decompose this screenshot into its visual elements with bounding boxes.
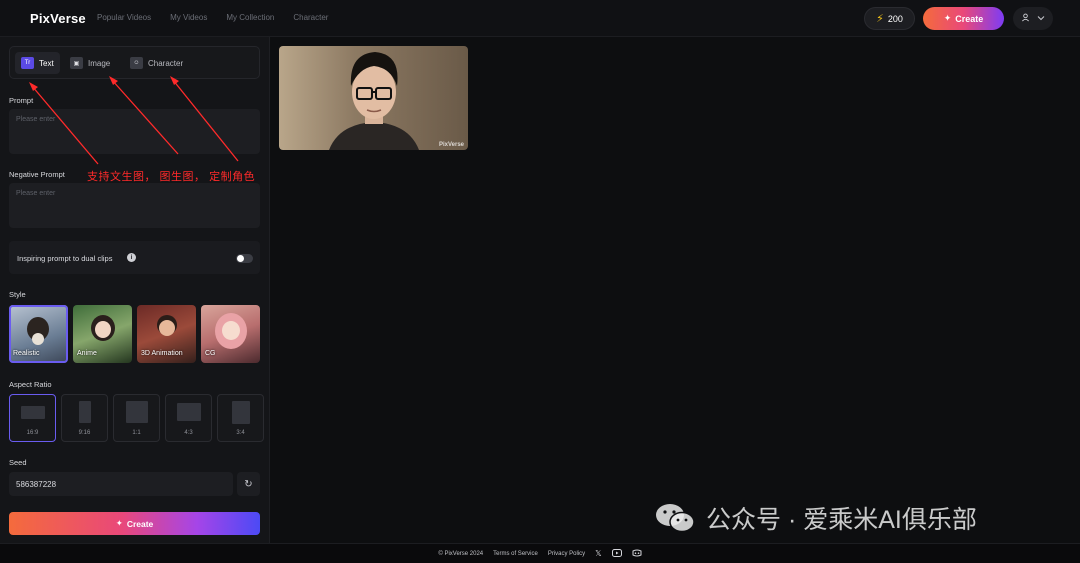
ratio-1-1[interactable]: 1:1 <box>113 394 160 442</box>
aspect-ratio-label: Aspect Ratio <box>9 380 52 389</box>
inspiring-prompt-label: Inspiring prompt to dual clips <box>17 254 113 263</box>
prompt-label: Prompt <box>9 96 34 105</box>
ratio-4-3-label: 4:3 <box>184 430 193 436</box>
tab-image[interactable]: ▣ Image <box>64 52 116 74</box>
anime-face <box>95 321 111 338</box>
logo[interactable]: PixVerse <box>30 11 86 26</box>
x-icon[interactable]: 𝕏 <box>595 549 601 558</box>
discord-icon[interactable] <box>632 549 642 559</box>
style-anime-label: Anime <box>77 350 97 357</box>
refresh-icon: ↻ <box>244 478 253 490</box>
ratio-3-4-label: 3:4 <box>236 430 245 436</box>
toggle-knob <box>237 255 244 262</box>
style-realistic-label: Realistic <box>13 350 40 357</box>
nav-character[interactable]: Character <box>293 13 328 22</box>
user-icon <box>1021 13 1030 24</box>
negative-prompt-label: Negative Prompt <box>9 170 65 179</box>
ratio-3-4[interactable]: 3:4 <box>217 394 264 442</box>
tab-character-label: Character <box>148 58 184 68</box>
nav-popular-videos[interactable]: Popular Videos <box>97 13 151 22</box>
chevron-down-icon <box>1037 14 1045 23</box>
wechat-watermark: 公众号 · 爱乘米AI俱乐部 <box>654 500 977 536</box>
create-button[interactable]: ✦ Create <box>9 512 260 535</box>
style-label: Style <box>9 290 26 299</box>
privacy-link[interactable]: Privacy Policy <box>548 551 585 557</box>
footer: © PixVerse 2024 Terms of Service Privacy… <box>0 543 1080 563</box>
credits-badge[interactable]: ⚡ 200 <box>864 7 915 30</box>
tab-text[interactable]: Tr Text <box>15 52 60 74</box>
inspiring-prompt-toggle[interactable] <box>236 254 253 263</box>
dog-chest <box>32 333 44 345</box>
style-options: Realistic Anime 3D Animation CG <box>9 305 260 363</box>
text-icon: Tr <box>21 57 34 69</box>
style-3d-animation[interactable]: 3D Animation <box>137 305 196 363</box>
top-bar: PixVerse Popular Videos My Videos My Col… <box>0 0 1080 37</box>
portrait-illustration <box>329 52 419 150</box>
style-3d-animation-label: 3D Animation <box>141 350 183 357</box>
sparkle-icon: ✦ <box>943 13 952 23</box>
ratio-16-9[interactable]: 16:9 <box>9 394 56 442</box>
image-icon: ▣ <box>70 57 83 69</box>
ratio-shape <box>177 403 201 421</box>
info-icon[interactable]: i <box>127 253 136 262</box>
style-anime[interactable]: Anime <box>73 305 132 363</box>
boy-face <box>159 320 175 336</box>
style-cg-label: CG <box>205 350 216 357</box>
prompt-input[interactable]: Please enter <box>9 109 260 154</box>
ratio-shape <box>126 401 148 423</box>
mode-tabs: Tr Text ▣ Image ☺ Character <box>9 46 260 79</box>
prompt-placeholder: Please enter <box>16 116 56 123</box>
ratio-shape <box>79 401 91 423</box>
inspiring-prompt-row: Inspiring prompt to dual clips i <box>9 241 260 274</box>
nav-my-collection[interactable]: My Collection <box>226 13 274 22</box>
sparkle-icon: ✦ <box>115 518 123 528</box>
header-create-button[interactable]: ✦ Create <box>923 7 1004 30</box>
ratio-9-16-label: 9:16 <box>78 430 91 436</box>
account-menu[interactable] <box>1013 7 1053 30</box>
nav-my-videos[interactable]: My Videos <box>170 13 207 22</box>
style-cg[interactable]: CG <box>201 305 260 363</box>
annotation-text: 支持文生图， 图生图， 定制角色 <box>87 171 256 183</box>
ratio-9-16[interactable]: 9:16 <box>61 394 108 442</box>
lightning-icon: ⚡ <box>876 13 884 25</box>
seed-input[interactable]: 586387228 <box>9 472 233 496</box>
create-button-label: Create <box>126 518 154 529</box>
terms-link[interactable]: Terms of Service <box>493 551 538 557</box>
watermark-text: 公众号 · 爱乘米AI俱乐部 <box>706 506 977 534</box>
style-realistic[interactable]: Realistic <box>9 305 68 363</box>
ratio-4-3[interactable]: 4:3 <box>165 394 212 442</box>
ratio-shape <box>232 401 250 424</box>
refresh-seed-button[interactable]: ↻ <box>237 472 260 496</box>
tab-image-label: Image <box>88 58 111 68</box>
header-create-label: Create <box>955 13 984 24</box>
tab-text-label: Text <box>39 58 54 68</box>
tab-character[interactable]: ☺ Character <box>124 52 189 74</box>
cg-face <box>222 321 240 340</box>
ratio-16-9-label: 16:9 <box>26 430 39 436</box>
main-nav: Popular Videos My Videos My Collection C… <box>97 13 347 22</box>
ratio-1-1-label: 1:1 <box>132 430 141 436</box>
character-icon: ☺ <box>130 57 143 69</box>
aspect-ratio-options: 16:9 9:16 1:1 4:3 3:4 <box>9 394 264 442</box>
negative-prompt-placeholder: Please enter <box>16 190 56 197</box>
copyright-text: © PixVerse 2024 <box>438 550 484 557</box>
credits-count: 200 <box>887 13 903 24</box>
preview-watermark: PixVerse <box>438 142 464 148</box>
wechat-icon <box>654 501 696 535</box>
seed-label: Seed <box>9 458 27 467</box>
sidebar: Tr Text ▣ Image ☺ Character Prompt Pleas… <box>0 37 270 543</box>
ratio-shape <box>21 406 45 419</box>
negative-prompt-input[interactable]: Please enter <box>9 183 260 228</box>
youtube-icon[interactable] <box>611 548 622 559</box>
generated-video-thumbnail[interactable]: PixVerse <box>279 46 468 150</box>
